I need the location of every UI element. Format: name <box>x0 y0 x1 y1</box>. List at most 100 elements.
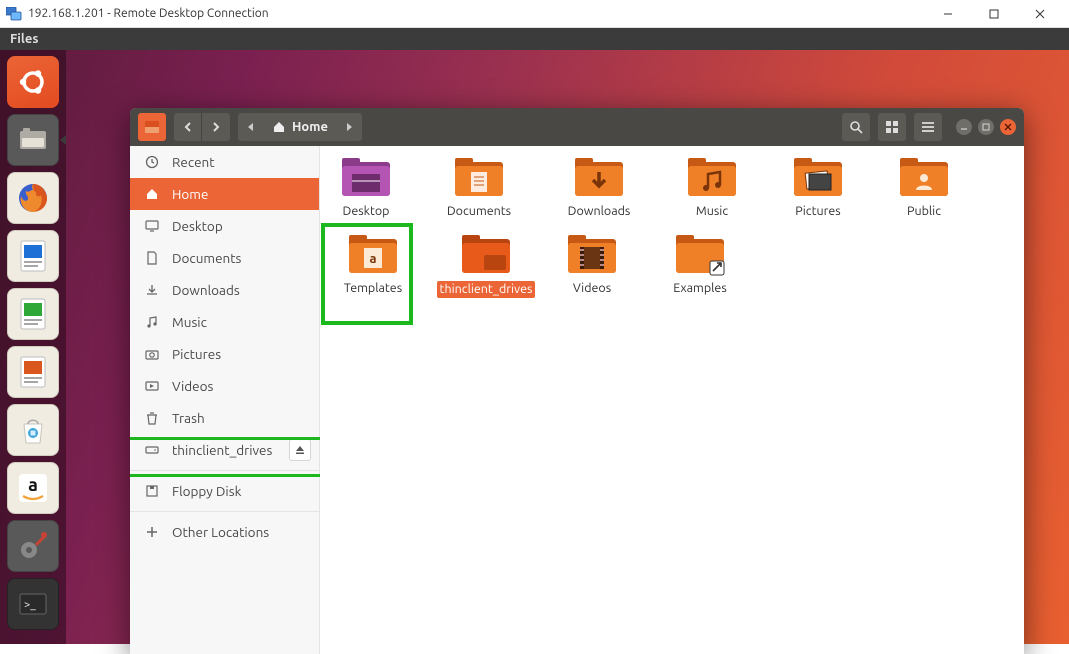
folder-music[interactable]: Music <box>674 156 750 219</box>
launcher-impress[interactable] <box>7 346 59 398</box>
sidebar-item-trash[interactable]: Trash <box>130 402 319 434</box>
sidebar-item-label: Recent <box>172 154 215 170</box>
launcher-writer[interactable] <box>7 230 59 282</box>
firefox-icon <box>13 178 53 218</box>
sidebar-item-label: Trash <box>172 410 205 426</box>
unity-menubar[interactable]: Files <box>0 28 1069 50</box>
sidebar-item-downloads[interactable]: Downloads <box>130 274 319 306</box>
nav-back-button[interactable] <box>174 113 202 141</box>
folder-examples[interactable]: Examples <box>660 233 740 298</box>
path-segment-home[interactable]: Home <box>262 113 338 141</box>
folder-documents[interactable]: Documents <box>434 156 524 219</box>
folder-videos[interactable]: Videos <box>554 233 630 298</box>
templates-folder-icon: a <box>347 233 399 277</box>
svg-text:>_: >_ <box>24 599 36 611</box>
music-folder-icon <box>686 156 738 200</box>
downloads-folder-icon <box>573 156 625 200</box>
folder-label: Downloads <box>568 204 631 219</box>
window-maximize-button[interactable] <box>978 119 994 135</box>
home-icon <box>144 186 160 202</box>
sidebar-separator <box>130 511 319 512</box>
launcher-settings[interactable] <box>7 520 59 572</box>
window-close-button[interactable] <box>1000 119 1016 135</box>
path-prev-button[interactable] <box>238 113 262 141</box>
triangle-left-icon <box>246 122 254 132</box>
chevron-right-icon <box>210 121 222 133</box>
amazon-icon: a <box>13 468 53 508</box>
home-icon <box>272 120 286 134</box>
launcher-calc[interactable] <box>7 288 59 340</box>
folder-label: Templates <box>344 281 402 296</box>
folder-label: Public <box>907 204 941 219</box>
folder-public[interactable]: Public <box>886 156 962 219</box>
sidebar-item-documents[interactable]: Documents <box>130 242 319 274</box>
folder-pictures[interactable]: Pictures <box>780 156 856 219</box>
rdc-icon <box>6 7 22 21</box>
folder-downloads[interactable]: Downloads <box>554 156 644 219</box>
sidebar-item-label: Downloads <box>172 282 240 298</box>
trash-icon <box>144 410 160 426</box>
sidebar-item-videos[interactable]: Videos <box>130 370 319 402</box>
launcher-software[interactable] <box>7 404 59 456</box>
hamburger-menu-button[interactable] <box>914 113 942 141</box>
sidebar-item-pictures[interactable]: Pictures <box>130 338 319 370</box>
path-next-button[interactable] <box>338 113 362 141</box>
launcher-dash[interactable] <box>7 56 59 108</box>
video-icon <box>144 378 160 394</box>
sidebar-item-music[interactable]: Music <box>130 306 319 338</box>
file-manager-headerbar: Home <box>130 108 1024 146</box>
documents-folder-icon <box>453 156 505 200</box>
drive-icon <box>144 442 160 458</box>
camera-icon <box>144 346 160 362</box>
chevron-left-icon <box>182 121 194 133</box>
sidebar-item-home[interactable]: Home <box>130 178 319 210</box>
launcher-terminal[interactable]: >_ <box>7 578 59 630</box>
launcher-files[interactable] <box>7 114 59 166</box>
desktop-icon <box>144 218 160 234</box>
sidebar-item-recent[interactable]: Recent <box>130 146 319 178</box>
window-minimize-button[interactable] <box>956 119 972 135</box>
win-close-button[interactable] <box>1017 0 1063 28</box>
view-grid-button[interactable] <box>878 113 906 141</box>
folder-label: Videos <box>573 281 611 296</box>
search-icon <box>849 120 864 135</box>
eject-icon <box>295 445 305 455</box>
file-manager-icon <box>13 120 53 160</box>
sidebar-separator <box>130 470 319 471</box>
folder-desktop[interactable]: Desktop <box>328 156 404 219</box>
sidebar-item-label: Floppy Disk <box>172 483 241 499</box>
sidebar-item-floppy[interactable]: Floppy Disk <box>130 475 319 507</box>
folder-thinclient-drives[interactable]: thinclient_drives <box>448 233 524 298</box>
folder-label: thinclient_drives <box>437 281 536 298</box>
sidebar-item-label: Other Locations <box>172 524 269 540</box>
file-manager-content[interactable]: Desktop Documents Downloads Music <box>320 146 1024 654</box>
shopping-bag-icon <box>13 410 53 450</box>
search-button[interactable] <box>842 113 870 141</box>
svg-text:a: a <box>28 475 38 495</box>
folder-templates[interactable]: a Templates <box>328 233 418 298</box>
sidebar-item-label: thinclient_drives <box>172 442 272 458</box>
nav-forward-button[interactable] <box>202 113 230 141</box>
examples-link-icon <box>674 233 726 277</box>
win-minimize-button[interactable] <box>925 0 971 28</box>
sidebar-item-thinclient[interactable]: thinclient_drives <box>130 434 319 466</box>
remote-folder-icon <box>460 233 512 277</box>
folder-label: Pictures <box>795 204 840 219</box>
launcher-amazon[interactable]: a <box>7 462 59 514</box>
eject-button[interactable] <box>289 439 311 461</box>
path-segment-label: Home <box>292 120 328 134</box>
sidebar-item-desktop[interactable]: Desktop <box>130 210 319 242</box>
launcher-firefox[interactable] <box>7 172 59 224</box>
rdc-title: 192.168.1.201 - Remote Desktop Connectio… <box>28 7 269 20</box>
videos-folder-icon <box>566 233 618 277</box>
folder-label: Documents <box>447 204 511 219</box>
folder-label: Examples <box>673 281 727 296</box>
pictures-folder-icon <box>792 156 844 200</box>
sidebar-item-other[interactable]: Other Locations <box>130 516 319 548</box>
sidebar-item-label: Desktop <box>172 218 223 234</box>
remote-desktop-area: Files a >_ <box>0 28 1069 644</box>
clock-icon <box>144 154 160 170</box>
file-drawer-button[interactable] <box>138 113 166 141</box>
win-maximize-button[interactable] <box>971 0 1017 28</box>
terminal-icon: >_ <box>13 584 53 624</box>
